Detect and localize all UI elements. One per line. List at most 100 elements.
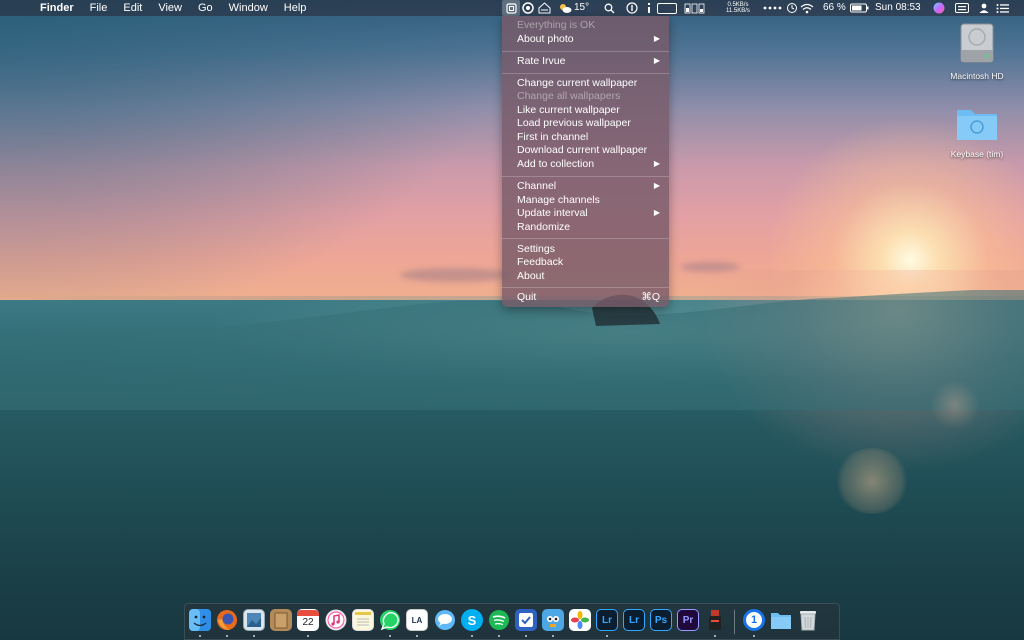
wifi-icon[interactable] bbox=[800, 0, 814, 16]
menu-item-label: Channel bbox=[517, 180, 557, 192]
menu-item-quit[interactable]: Quit ⌘Q bbox=[517, 290, 662, 304]
running-indicator bbox=[525, 635, 527, 637]
menu-item-change-current[interactable]: Change current wallpaper bbox=[517, 76, 662, 90]
dock-notes[interactable] bbox=[352, 609, 374, 631]
menu-view[interactable]: View bbox=[158, 0, 182, 16]
apple-menu-icon[interactable] bbox=[14, 0, 24, 16]
menu-item-channel[interactable]: Channel ▶ bbox=[517, 179, 662, 193]
desktop-icon-keybase[interactable]: Keybase (tim) bbox=[937, 104, 1017, 159]
dock-preview[interactable] bbox=[243, 609, 265, 631]
running-indicator bbox=[226, 635, 228, 637]
dock-finder[interactable] bbox=[189, 609, 211, 631]
dock-photoshop[interactable]: Ps bbox=[650, 609, 672, 631]
quit-shortcut: ⌘Q bbox=[641, 291, 660, 303]
menu-go[interactable]: Go bbox=[198, 0, 213, 16]
info-icon[interactable] bbox=[644, 0, 654, 16]
menu-item-change-all: Change all wallpapers bbox=[517, 90, 621, 102]
submenu-arrow-icon: ▶ bbox=[653, 208, 660, 217]
desktop-icon-label: Macintosh HD bbox=[950, 71, 1004, 81]
menu-item-about-photo[interactable]: About photo ▶ bbox=[517, 32, 662, 46]
dock-1password[interactable]: 1 bbox=[743, 609, 765, 631]
paper-bag-icon bbox=[274, 612, 288, 629]
dock-spotify[interactable] bbox=[488, 609, 510, 631]
irvue-dropdown-menu: Everything is OK About photo ▶ Rate Irvu… bbox=[502, 16, 669, 307]
dock-premiere[interactable]: Pr bbox=[677, 609, 699, 631]
desktop-icon-macintosh-hd[interactable]: Macintosh HD bbox=[937, 20, 1017, 81]
menu-file[interactable]: File bbox=[90, 0, 108, 16]
notification-center-icon[interactable] bbox=[996, 0, 1009, 16]
submenu-arrow-icon: ▶ bbox=[653, 34, 660, 43]
dock-itunes[interactable] bbox=[325, 609, 347, 631]
finder-icon bbox=[189, 609, 211, 631]
running-indicator bbox=[753, 635, 755, 637]
lens-flare bbox=[930, 380, 980, 430]
running-indicator bbox=[606, 635, 608, 637]
timemachine-icon[interactable] bbox=[786, 0, 798, 16]
dock-la-app[interactable]: LA bbox=[406, 609, 428, 631]
dock-lightroom-classic[interactable]: Lr bbox=[596, 609, 618, 631]
menu-item-label: Rate Irvue bbox=[517, 55, 566, 67]
siri-icon[interactable] bbox=[933, 0, 945, 16]
menu-separator bbox=[502, 176, 669, 177]
running-indicator bbox=[253, 635, 255, 637]
submenu-arrow-icon: ▶ bbox=[653, 159, 660, 168]
dock-lightroom[interactable]: Lr bbox=[623, 609, 645, 631]
dock-messages[interactable] bbox=[434, 609, 456, 631]
folder-icon bbox=[957, 110, 997, 140]
dock-calendar[interactable]: 22 bbox=[297, 609, 319, 631]
menu-separator bbox=[502, 51, 669, 52]
bartender-icon[interactable] bbox=[762, 0, 782, 16]
menu-item-settings[interactable]: Settings bbox=[517, 242, 662, 256]
dock-whatsapp[interactable] bbox=[379, 609, 401, 631]
wallpaper-wave-shape bbox=[0, 290, 1024, 410]
irvue-status-item[interactable] bbox=[502, 0, 520, 16]
dock-photos[interactable] bbox=[569, 609, 591, 631]
net-download-speed: 11.5KB/s bbox=[726, 8, 750, 14]
weather-widget[interactable]: 15° bbox=[558, 0, 589, 16]
menu-item-status: Everything is OK bbox=[517, 19, 596, 31]
onepassword-menubar-icon[interactable] bbox=[626, 0, 638, 16]
battery-status[interactable]: 66 % bbox=[823, 0, 870, 16]
menu-help[interactable]: Help bbox=[284, 0, 307, 16]
running-indicator bbox=[471, 635, 473, 637]
dock: 22 LA S Lr Lr Ps Pr 1 bbox=[184, 603, 840, 640]
menu-item-manage-channels[interactable]: Manage channels bbox=[517, 193, 662, 207]
menu-item-rate[interactable]: Rate Irvue ▶ bbox=[517, 54, 662, 68]
weather-temperature: 15° bbox=[574, 2, 590, 13]
user-icon[interactable] bbox=[978, 0, 990, 16]
dock-tweetbot[interactable] bbox=[542, 609, 564, 631]
calendar-day: 22 bbox=[302, 617, 314, 628]
dock-downloads-folder[interactable] bbox=[770, 609, 792, 631]
menu-app-name[interactable]: Finder bbox=[40, 0, 74, 16]
keyboard-icon[interactable] bbox=[955, 0, 969, 16]
menu-item-randomize[interactable]: Randomize bbox=[517, 220, 662, 234]
menu-item-add-to-collection[interactable]: Add to collection ▶ bbox=[517, 157, 662, 171]
photos-flower-icon bbox=[571, 611, 589, 629]
spotify-icon bbox=[489, 610, 509, 630]
menu-item-first-in-channel[interactable]: First in channel bbox=[517, 130, 662, 144]
camera-lens-icon[interactable] bbox=[522, 0, 534, 16]
dock-trash[interactable] bbox=[797, 609, 819, 631]
dock-tasks[interactable] bbox=[515, 609, 537, 631]
submenu-arrow-icon: ▶ bbox=[653, 181, 660, 190]
menubar-clock[interactable]: Sun 08:53 bbox=[875, 0, 921, 16]
menu-item-update-interval[interactable]: Update interval ▶ bbox=[517, 206, 662, 220]
display-monitor-icon[interactable] bbox=[657, 0, 677, 16]
menu-item-feedback[interactable]: Feedback bbox=[517, 255, 662, 269]
dock-paper-app[interactable] bbox=[270, 609, 292, 631]
hard-drive-icon bbox=[960, 23, 994, 63]
menu-window[interactable]: Window bbox=[229, 0, 268, 16]
menu-item-download-current[interactable]: Download current wallpaper bbox=[517, 143, 662, 157]
spotlight-search-icon[interactable] bbox=[604, 0, 615, 16]
running-indicator bbox=[389, 635, 391, 637]
menu-edit[interactable]: Edit bbox=[123, 0, 142, 16]
dock-skype[interactable]: S bbox=[461, 609, 483, 631]
archive-icon[interactable] bbox=[538, 0, 551, 16]
trash-icon bbox=[800, 611, 816, 631]
running-indicator bbox=[552, 635, 554, 637]
menu-item-load-previous[interactable]: Load previous wallpaper bbox=[517, 116, 662, 130]
dock-firefox[interactable] bbox=[216, 609, 238, 631]
dock-utility-app[interactable] bbox=[704, 609, 726, 631]
menu-item-about[interactable]: About bbox=[517, 269, 662, 283]
menu-item-like-current[interactable]: Like current wallpaper bbox=[517, 103, 662, 117]
